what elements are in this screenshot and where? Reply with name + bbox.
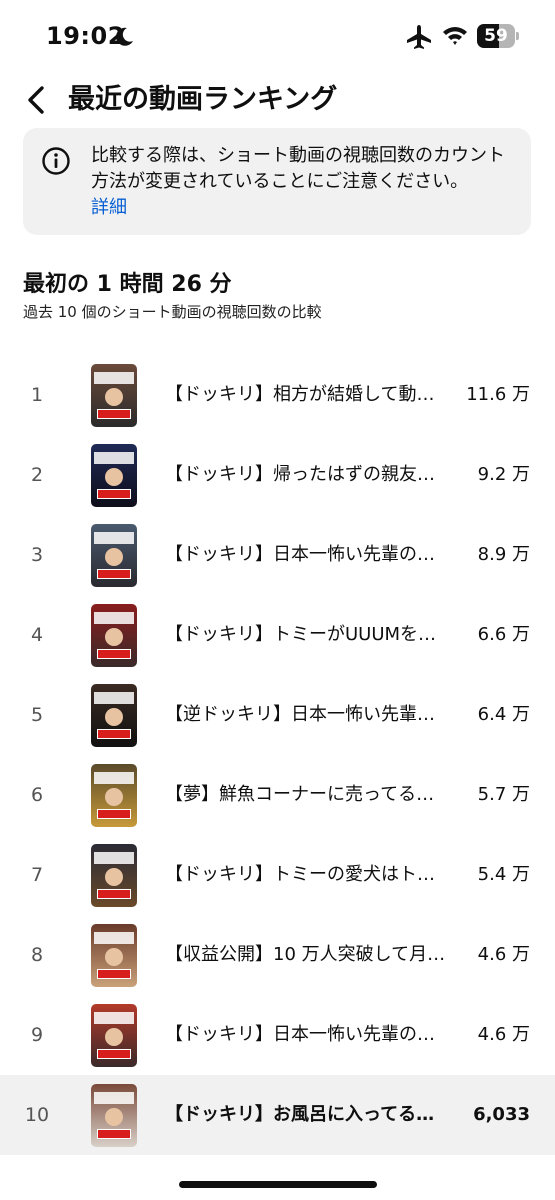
- rank-number: 8: [30, 944, 44, 966]
- status-bar: 19:02 59: [0, 0, 555, 72]
- video-title: 【ドッキリ】トミーがUUUMを…: [165, 624, 437, 645]
- video-title: 【ドッキリ】帰ったはずの親友が…: [165, 464, 447, 485]
- view-count: 8.9 万: [477, 544, 530, 565]
- chevron-left-icon: [28, 86, 44, 114]
- video-thumbnail[interactable]: [91, 924, 137, 987]
- ranking-row[interactable]: 1 【ドッキリ】相方が結婚して動画が… 11.6 万: [0, 355, 555, 435]
- header: 最近の動画ランキング: [0, 72, 555, 128]
- wifi-icon: [441, 24, 469, 48]
- view-count: 9.2 万: [477, 464, 530, 485]
- video-thumbnail[interactable]: [91, 604, 137, 667]
- rank-number: 10: [24, 1104, 50, 1126]
- rank-number: 6: [30, 784, 44, 806]
- page-title: 最近の動画ランキング: [68, 84, 338, 115]
- video-thumbnail[interactable]: [91, 1004, 137, 1067]
- video-thumbnail[interactable]: [91, 844, 137, 907]
- back-button[interactable]: [16, 78, 56, 122]
- details-link[interactable]: 詳細: [91, 195, 127, 221]
- rank-number: 1: [30, 384, 44, 406]
- video-title: 【夢】鮮魚コーナーに売ってる『…: [165, 784, 447, 805]
- section-title: 最初の 1 時間 26 分: [23, 272, 232, 297]
- ranking-row[interactable]: 8 【収益公開】10 万人突破して月… 4.6 万: [0, 915, 555, 995]
- video-thumbnail[interactable]: [91, 444, 137, 507]
- video-thumbnail[interactable]: [91, 1084, 137, 1147]
- view-count: 6.4 万: [477, 704, 530, 725]
- video-title: 【ドッキリ】相方が結婚して動画が…: [165, 384, 447, 405]
- video-title: 【ドッキリ】日本一怖い先輩の目…: [165, 544, 447, 565]
- video-thumbnail[interactable]: [91, 364, 137, 427]
- ranking-list: 1 【ドッキリ】相方が結婚して動画が… 11.6 万 2 【ドッキリ】帰ったはず…: [0, 355, 555, 1155]
- ranking-row[interactable]: 5 【逆ドッキリ】日本一怖い先輩が… 6.4 万: [0, 675, 555, 755]
- view-count: 5.4 万: [477, 864, 530, 885]
- view-count: 5.7 万: [477, 784, 530, 805]
- video-title: 【ドッキリ】トミーの愛犬はトミ…: [165, 864, 447, 885]
- view-count: 4.6 万: [477, 944, 530, 965]
- ranking-row[interactable]: 9 【ドッキリ】日本一怖い先輩の家… 4.6 万: [0, 995, 555, 1075]
- rank-number: 7: [30, 864, 44, 886]
- video-thumbnail[interactable]: [91, 524, 137, 587]
- ranking-row[interactable]: 2 【ドッキリ】帰ったはずの親友が… 9.2 万: [0, 435, 555, 515]
- moon-icon: [113, 26, 135, 48]
- home-indicator[interactable]: [179, 1181, 377, 1188]
- ranking-row[interactable]: 7 【ドッキリ】トミーの愛犬はトミ… 5.4 万: [0, 835, 555, 915]
- video-thumbnail[interactable]: [91, 684, 137, 747]
- ranking-row-latest[interactable]: 10 【ドッキリ】お風呂に入ってる… 6,033: [0, 1075, 555, 1155]
- rank-number: 5: [30, 704, 44, 726]
- rank-number: 4: [30, 624, 44, 646]
- ranking-row[interactable]: 3 【ドッキリ】日本一怖い先輩の目… 8.9 万: [0, 515, 555, 595]
- section-subtitle: 過去 10 個のショート動画の視聴回数の比較: [23, 303, 322, 321]
- ranking-row[interactable]: 4 【ドッキリ】トミーがUUUMを… 6.6 万: [0, 595, 555, 675]
- video-thumbnail[interactable]: [91, 764, 137, 827]
- battery-percentage: 59: [484, 26, 508, 46]
- video-title: 【ドッキリ】日本一怖い先輩の家…: [165, 1024, 447, 1045]
- rank-number: 9: [30, 1024, 44, 1046]
- airplane-icon: [405, 24, 433, 50]
- ranking-row[interactable]: 6 【夢】鮮魚コーナーに売ってる『… 5.7 万: [0, 755, 555, 835]
- view-count: 4.6 万: [477, 1024, 530, 1045]
- notice-text: 比較する際は、ショート動画の視聴回数のカウント方法が変更されていることにご注意く…: [91, 145, 505, 192]
- view-count: 11.6 万: [466, 384, 530, 405]
- rank-number: 2: [30, 464, 44, 486]
- battery-icon: 59: [477, 24, 519, 48]
- info-icon: [41, 146, 71, 176]
- view-count: 6,033: [473, 1104, 530, 1125]
- rank-number: 3: [30, 544, 44, 566]
- video-title: 【ドッキリ】お風呂に入ってる…: [165, 1104, 435, 1125]
- video-title: 【収益公開】10 万人突破して月…: [165, 944, 446, 965]
- view-count: 6.6 万: [477, 624, 530, 645]
- video-title: 【逆ドッキリ】日本一怖い先輩が…: [165, 704, 447, 725]
- notice-banner: 比較する際は、ショート動画の視聴回数のカウント方法が変更されていることにご注意く…: [23, 128, 531, 235]
